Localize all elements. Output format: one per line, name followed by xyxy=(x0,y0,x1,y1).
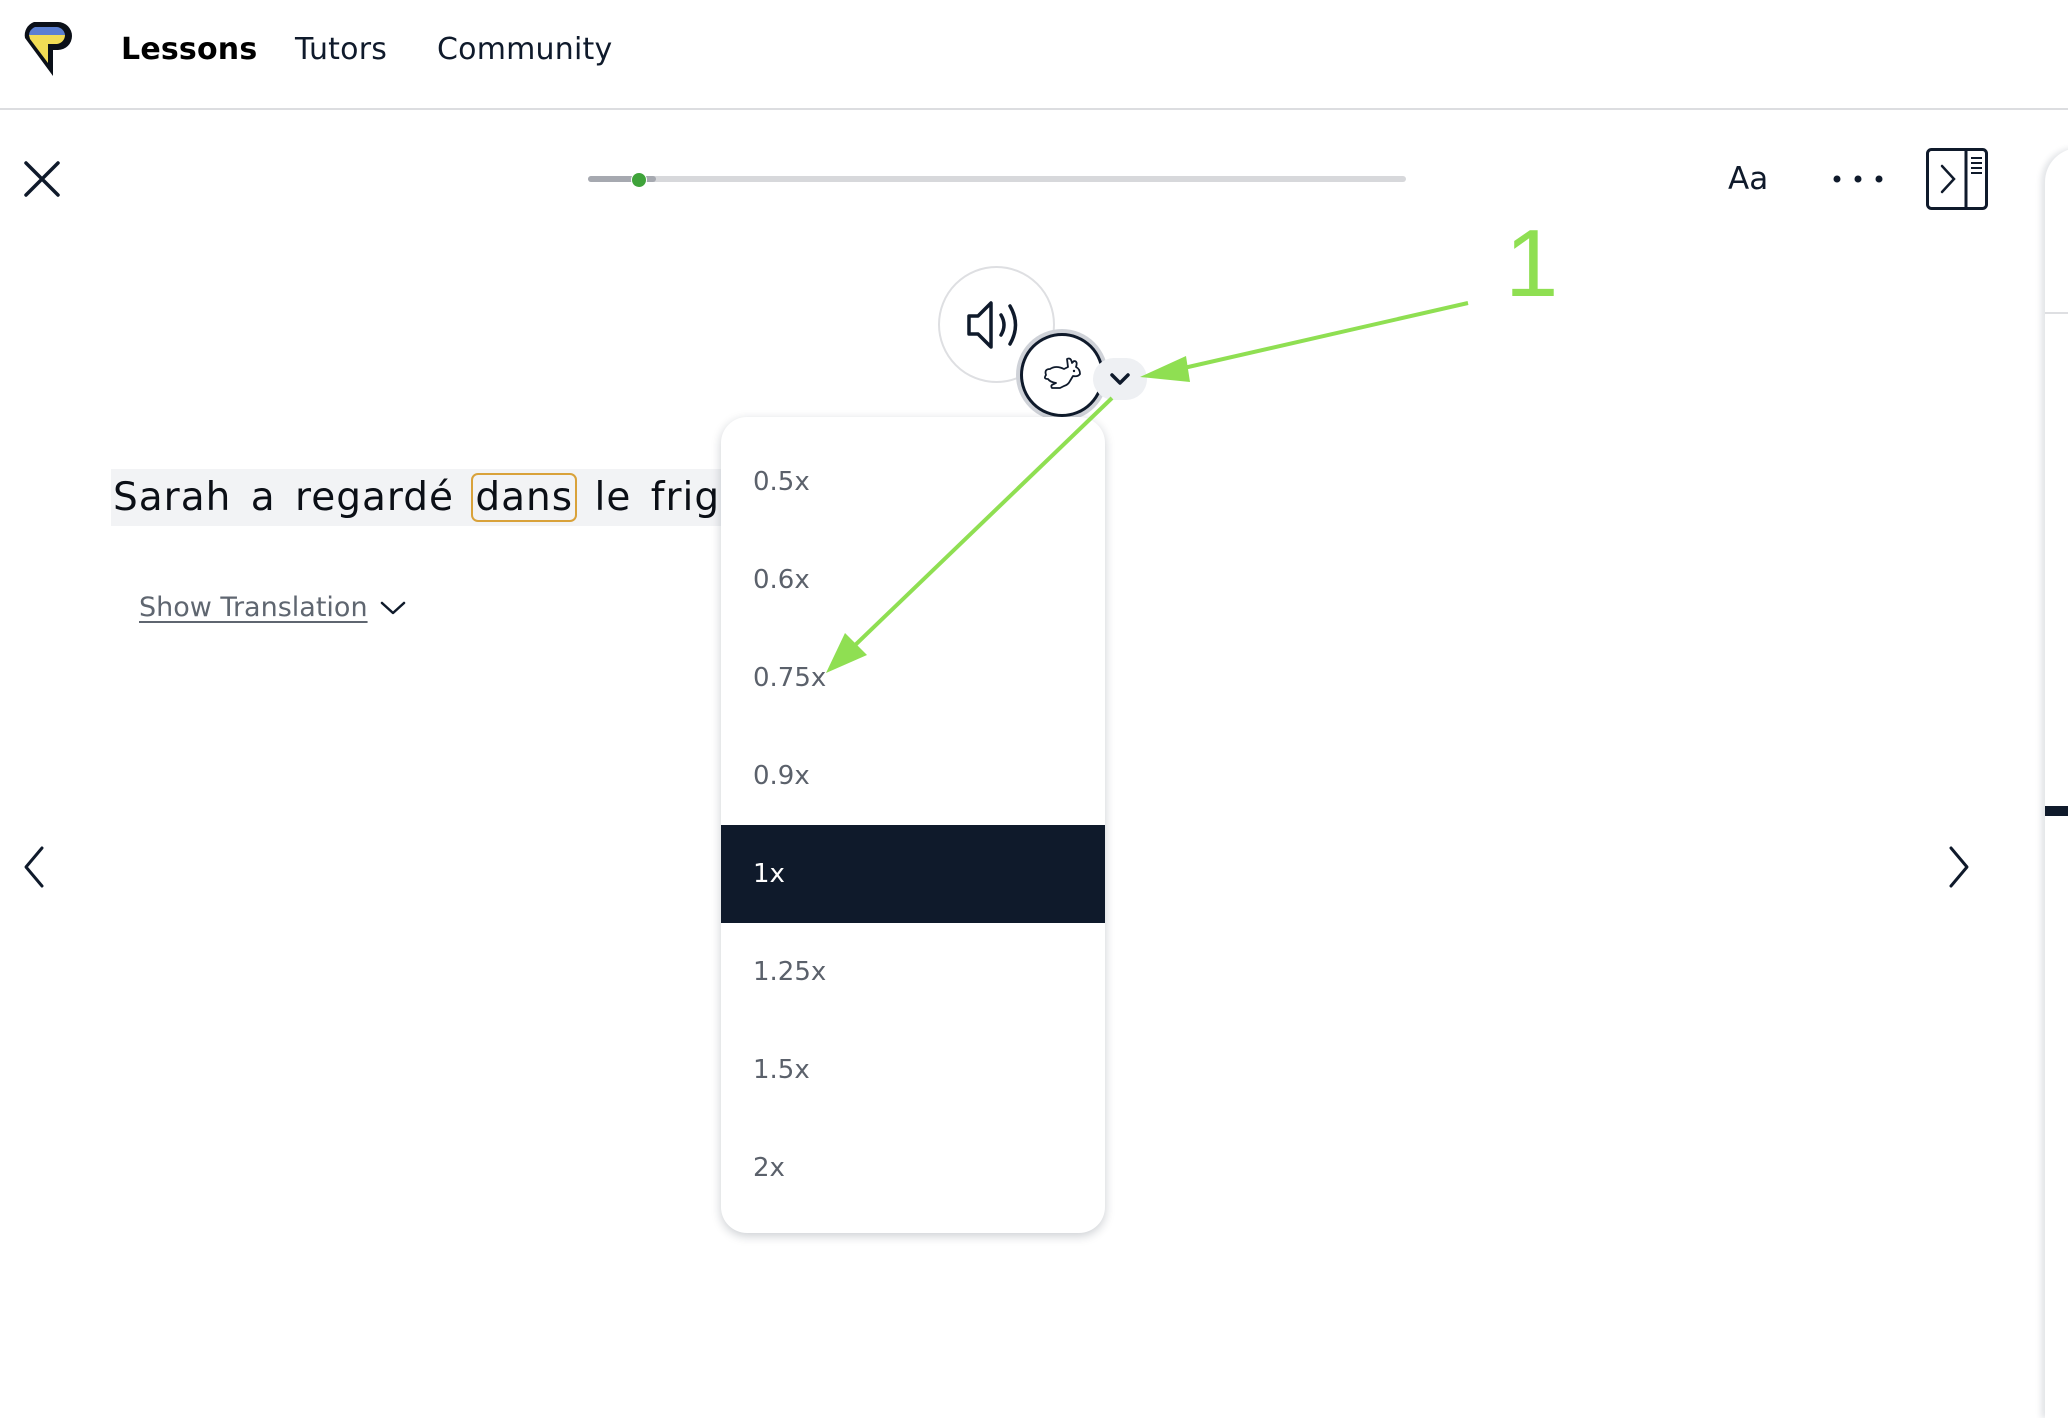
speed-option[interactable]: 1.25x xyxy=(721,923,1105,1021)
nav-tutors[interactable]: Tutors xyxy=(295,28,387,72)
chevron-down-icon xyxy=(380,601,406,615)
ellipsis-icon xyxy=(1833,175,1883,183)
playback-speed-menu: 0.5x 0.6x 0.75x 0.9x 1x 1.25x 1.5x 2x xyxy=(721,417,1105,1233)
side-panel-divider xyxy=(2045,312,2068,314)
speed-option[interactable]: 0.6x xyxy=(721,531,1105,629)
chevron-down-icon xyxy=(1110,373,1130,385)
lesson-progress-marker xyxy=(630,172,647,188)
sidebar-toggle-button[interactable] xyxy=(1926,148,1988,210)
side-panel xyxy=(2045,148,2068,1418)
word-token[interactable]: a xyxy=(251,475,276,520)
rabbit-icon xyxy=(1043,357,1081,389)
nav-community[interactable]: Community xyxy=(437,28,612,72)
speaker-icon xyxy=(966,300,1017,349)
speed-option[interactable]: 0.5x xyxy=(721,433,1105,531)
speed-option[interactable]: 2x xyxy=(721,1119,1105,1217)
word-token[interactable]: regardé xyxy=(295,475,454,520)
word-token[interactable]: Sarah xyxy=(113,475,231,520)
word-token-highlighted[interactable]: dans xyxy=(471,473,578,522)
speed-option-selected[interactable]: 1x xyxy=(721,825,1105,923)
show-translation-link[interactable]: Show Translation xyxy=(139,590,368,626)
close-icon xyxy=(24,161,60,197)
previous-button[interactable] xyxy=(16,842,52,892)
speed-option[interactable]: 0.75x xyxy=(721,629,1105,727)
speed-option[interactable]: 1.5x xyxy=(721,1021,1105,1119)
speed-option[interactable]: 0.9x xyxy=(721,727,1105,825)
more-options-button[interactable] xyxy=(1830,160,1886,198)
next-button[interactable] xyxy=(1941,842,1977,892)
speed-dropdown-toggle[interactable] xyxy=(1093,358,1147,400)
side-panel-indicator xyxy=(2045,806,2068,816)
playback-speed-button[interactable] xyxy=(1020,333,1104,417)
nav-lessons[interactable]: Lessons xyxy=(121,28,257,72)
logo-icon[interactable] xyxy=(20,18,74,80)
sentence-text: Sarah a regardé dans le frigo. xyxy=(111,469,760,526)
annotation-arrow-1-head xyxy=(1140,356,1190,382)
sidebar-toggle-icon xyxy=(1926,148,1988,210)
annotation-step-label: 1 xyxy=(1505,210,1559,317)
word-token[interactable]: le xyxy=(594,475,631,520)
font-size-button[interactable]: Aa xyxy=(1728,158,1768,200)
close-button[interactable] xyxy=(20,157,64,201)
annotation-arrow-1-shaft xyxy=(1174,301,1469,372)
chevron-right-icon xyxy=(1949,846,1969,888)
show-translation-toggle[interactable] xyxy=(378,596,408,620)
chevron-left-icon xyxy=(24,846,44,888)
speed-options-list: 0.5x 0.6x 0.75x 0.9x 1x 1.25x 1.5x 2x xyxy=(721,433,1105,1217)
lesson-progress-bar xyxy=(588,176,1406,182)
